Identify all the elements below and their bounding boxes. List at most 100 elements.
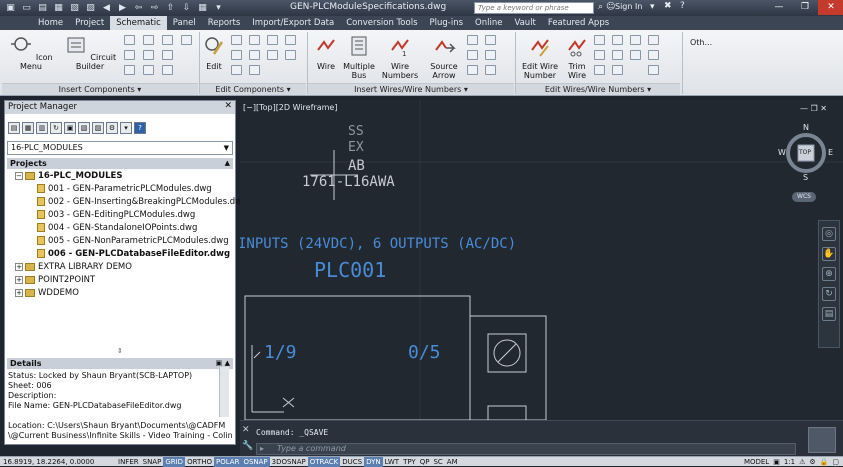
status-toggle-tpy[interactable]: TPY xyxy=(401,457,418,467)
wrench-icon[interactable]: 🔧 xyxy=(242,441,253,451)
annotation-visibility-icon[interactable]: ⚠ xyxy=(799,458,805,466)
edit-wire-number-button[interactable]: Edit Wire Number xyxy=(520,34,560,80)
lock-icon[interactable]: 🔒 xyxy=(820,458,829,466)
forward-icon[interactable]: ⇨ xyxy=(148,2,161,14)
ribbon-tool-icon[interactable] xyxy=(612,35,623,45)
other-panel-label[interactable]: Oth... xyxy=(690,38,712,47)
details-scrollbar[interactable] xyxy=(219,367,229,417)
tab-featured-apps[interactable]: Featured Apps xyxy=(542,16,615,30)
dropdown-icon[interactable]: ▾ xyxy=(120,122,132,134)
refresh-icon[interactable]: ↻ xyxy=(50,122,62,134)
tab-panel[interactable]: Panel xyxy=(167,16,202,30)
ribbon-tool-icon[interactable] xyxy=(249,35,260,45)
down-icon[interactable]: ⇩ xyxy=(180,2,193,14)
clean-screen-icon[interactable]: ▢ xyxy=(832,458,839,466)
projects-header[interactable]: Projects ▲ xyxy=(7,158,233,169)
ribbon-tool-icon[interactable] xyxy=(485,65,496,75)
ribbon-tool-icon[interactable] xyxy=(630,35,641,45)
sign-in-button[interactable]: Sign In xyxy=(615,2,642,11)
zoom-icon[interactable]: ⊕ xyxy=(822,267,836,281)
edit-button[interactable]: Edit xyxy=(201,34,227,71)
tab-vault[interactable]: Vault xyxy=(508,16,541,30)
new-drawing-icon[interactable]: ▥ xyxy=(36,122,48,134)
status-toggle-osnap[interactable]: OSNAP xyxy=(241,456,270,467)
tree-item-drawing[interactable]: 003 - GEN-EditingPLCModules.dwg xyxy=(37,209,195,222)
ribbon-tool-icon[interactable] xyxy=(467,65,478,75)
wcs-menu[interactable]: WCS xyxy=(792,192,816,202)
ribbon-tool-icon[interactable] xyxy=(124,35,135,45)
details-header[interactable]: Details ▣ ▲ xyxy=(7,358,233,369)
tree-item-drawing[interactable]: 005 - GEN-NonParametricPLCModules.dwg xyxy=(37,235,229,248)
status-toggle-otrack[interactable]: OTRACK xyxy=(307,456,341,467)
ribbon-tool-icon[interactable] xyxy=(162,50,173,60)
open-project-icon[interactable]: ▤ xyxy=(8,122,20,134)
ribbon-tool-icon[interactable] xyxy=(648,50,659,60)
expand-icon[interactable]: + xyxy=(15,262,23,271)
ribbon-tool-icon[interactable] xyxy=(612,50,623,60)
grid-icon[interactable]: ▦ xyxy=(196,2,209,14)
ribbon-tool-icon[interactable] xyxy=(594,65,605,75)
tab-online[interactable]: Online xyxy=(469,16,508,30)
ribbon-tool-icon[interactable] xyxy=(249,50,260,60)
tab-conversion-tools[interactable]: Conversion Tools xyxy=(340,16,423,30)
print-icon[interactable]: ▨ xyxy=(84,2,97,14)
ribbon-tool-icon[interactable] xyxy=(124,50,135,60)
drawing-properties-icon[interactable]: ▧ xyxy=(78,122,90,134)
tab-schematic[interactable]: Schematic xyxy=(110,16,167,30)
expand-icon[interactable]: + xyxy=(15,288,23,297)
project-select[interactable]: 16-PLC_MODULES ▼ xyxy=(7,141,233,155)
status-toggle-ortho[interactable]: ORTHO xyxy=(185,457,214,467)
new-project-icon[interactable]: ▦ xyxy=(22,122,34,134)
status-toggle-polar[interactable]: POLAR xyxy=(214,456,242,467)
exchange-icon[interactable]: ✖ xyxy=(664,1,672,11)
tab-import-export-data[interactable]: Import/Export Data xyxy=(246,16,340,30)
ribbon-tool-icon[interactable] xyxy=(231,50,242,60)
expand-icon[interactable]: + xyxy=(15,275,23,284)
ribbon-tool-icon[interactable] xyxy=(162,35,173,45)
model-space-button[interactable]: MODEL xyxy=(744,458,769,466)
saveas-icon[interactable]: ▧ xyxy=(68,2,81,14)
insert-wires-panel-label[interactable]: Insert Wires/Wire Numbers ▾ xyxy=(308,83,514,95)
splitter-grip[interactable]: ⇕ xyxy=(117,347,123,355)
drawing-viewport[interactable]: [−][Top][2D Wireframe] SS EX AB 1761-L16… xyxy=(240,100,843,420)
help-icon[interactable]: ? xyxy=(680,1,685,11)
status-toggle-3dosnap[interactable]: 3DOSNAP xyxy=(270,457,308,467)
close-button[interactable]: ✕ xyxy=(818,0,843,15)
ribbon-tool-icon[interactable] xyxy=(285,50,296,60)
status-toggle-ducs[interactable]: DUCS xyxy=(340,457,364,467)
tree-item-project[interactable]: −16-PLC_MODULES xyxy=(15,170,122,183)
ribbon-tool-icon[interactable] xyxy=(612,65,623,75)
icon-menu-button[interactable]: Icon Menu xyxy=(6,34,56,71)
new-icon[interactable]: ▭ xyxy=(20,2,33,14)
status-toggle-dyn[interactable]: DYN xyxy=(364,456,383,467)
palette-close-icon[interactable]: ✕ xyxy=(224,101,232,111)
tree-item-drawing[interactable]: 001 - GEN-ParametricPLCModules.dwg xyxy=(37,183,212,196)
tree-item-drawing[interactable]: 002 - GEN-Inserting&BreakingPLCModules.d… xyxy=(37,196,247,209)
ribbon-tool-icon[interactable] xyxy=(630,50,641,60)
ribbon-tool-icon[interactable] xyxy=(231,35,242,45)
ribbon-tool-icon[interactable] xyxy=(143,35,154,45)
multiple-bus-button[interactable]: Multiple Bus xyxy=(342,34,376,80)
ribbon-tool-icon[interactable] xyxy=(485,35,496,45)
help-icon[interactable]: ? xyxy=(134,122,146,134)
up-icon[interactable]: ⇧ xyxy=(164,2,177,14)
tree-item-project[interactable]: + EXTRA LIBRARY DEMO xyxy=(15,261,132,274)
coordinate-readout[interactable]: 16.8919, 18.2264, 0.0000 xyxy=(0,458,116,466)
edit-wires-panel-label[interactable]: Edit Wires/Wire Numbers ▾ xyxy=(516,83,680,95)
settings-icon[interactable]: ⚙ xyxy=(106,122,118,134)
tree-item-project[interactable]: + WDDEMO xyxy=(15,287,79,300)
viewport-window-controls[interactable]: — ❐ ✕ xyxy=(800,104,827,113)
tree-item-drawing-active[interactable]: 006 - GEN-PLCDatabaseFileEditor.dwg xyxy=(37,248,230,261)
command-line-close-icon[interactable]: ✕ xyxy=(242,425,250,435)
workspace-icon[interactable]: ⚙ xyxy=(809,458,815,466)
compass-east[interactable]: E xyxy=(828,148,833,157)
ribbon-tool-icon[interactable] xyxy=(162,65,173,75)
ribbon-tool-icon[interactable] xyxy=(181,35,192,45)
orbit-icon[interactable]: ↻ xyxy=(822,287,836,301)
showmotion-icon[interactable]: ▤ xyxy=(822,307,836,321)
status-toggle-qp[interactable]: QP xyxy=(418,457,432,467)
minimize-button[interactable]: — xyxy=(766,0,792,15)
back-icon[interactable]: ⇦ xyxy=(132,2,145,14)
command-input[interactable]: Type a command xyxy=(256,443,796,455)
compass-west[interactable]: W xyxy=(778,148,786,157)
